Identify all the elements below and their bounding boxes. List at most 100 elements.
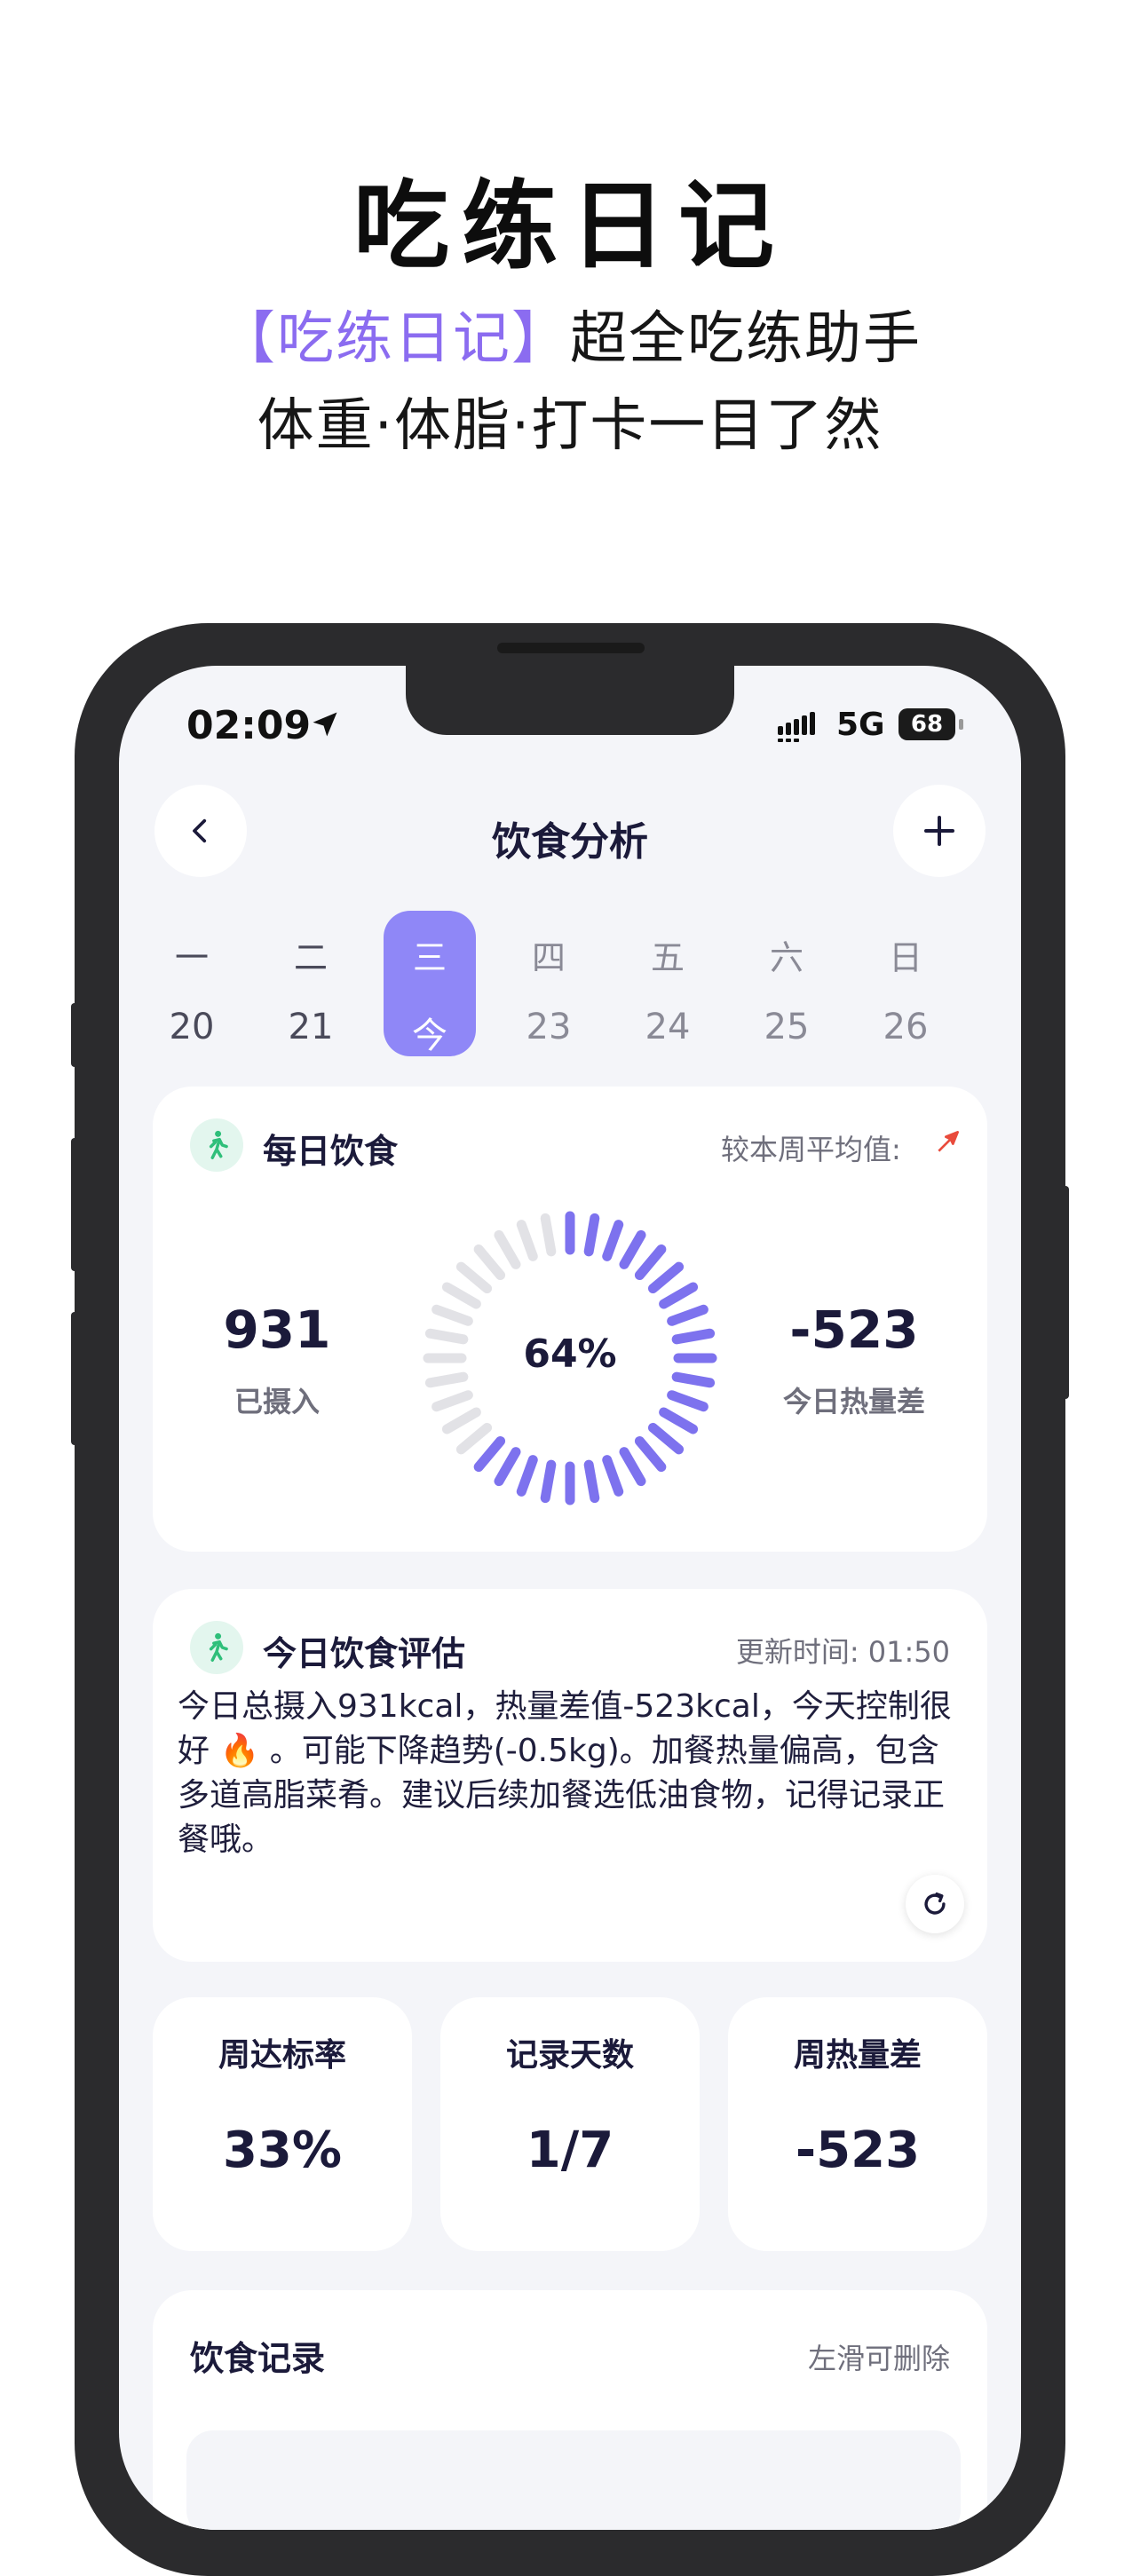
ring-segment: [494, 1447, 521, 1487]
compare-label: 较本周平均值:: [721, 1133, 901, 1166]
day-number: 21: [288, 1007, 334, 1047]
day-name: 四: [531, 938, 566, 977]
ring-segment: [619, 1229, 646, 1269]
promo-tagline-text: 超全吃练助手: [570, 306, 922, 372]
ring-percent: 64%: [523, 1331, 617, 1377]
promo-title: 吃练日记: [352, 171, 787, 282]
day-number: 20: [169, 1007, 215, 1047]
stat-label: 周达标率: [218, 2037, 346, 2074]
day-wed-today[interactable]: 三 今: [384, 911, 476, 1056]
signal-icon: [778, 712, 815, 742]
day-number: 23: [526, 1007, 572, 1047]
page-title: 饮食分析: [492, 819, 648, 865]
ring-segment: [516, 1455, 538, 1497]
ring-segment: [473, 1244, 506, 1281]
network-type: 5G: [836, 707, 885, 743]
card-title: 今日饮食评估: [263, 1634, 466, 1673]
ring-segment: [424, 1371, 469, 1388]
ring-segment: [455, 1261, 493, 1294]
ring-segment: [647, 1261, 685, 1294]
add-button[interactable]: [893, 785, 986, 877]
phone-power-button: [1060, 1186, 1069, 1399]
day-sat[interactable]: 六 25: [740, 911, 833, 1056]
promo-tagline: 【吃练日记】超全吃练助手: [0, 293, 1140, 375]
refresh-button[interactable]: [906, 1875, 964, 1933]
records-title: 饮食记录: [190, 2339, 326, 2378]
ring-segment: [634, 1244, 667, 1281]
location-arrow-icon: [313, 712, 337, 737]
promo-tagline-accent: 【吃练日记】: [218, 306, 570, 372]
day-name: 一: [174, 938, 209, 977]
day-name: 二: [293, 938, 328, 977]
evaluation-text: 今日总摄入931kcal，热量差值-523kcal，今天控制很好 🔥 。可能下降…: [178, 1688, 952, 1858]
walking-person-glyph: [209, 1130, 228, 1159]
day-name: 五: [650, 938, 685, 977]
day-name: 日: [888, 938, 922, 977]
walking-person-icon: [190, 1621, 243, 1674]
records-hint: 左滑可删除: [807, 2342, 950, 2375]
battery-tip: [959, 719, 963, 730]
ring-segment: [602, 1455, 624, 1497]
phone-volume-down: [71, 1312, 80, 1445]
day-thu[interactable]: 四 23: [503, 911, 595, 1056]
phone-side-button: [71, 1003, 80, 1067]
arrow-up-icon: [938, 1131, 959, 1152]
stat-value: 33%: [222, 2122, 343, 2179]
ring-segment: [671, 1328, 716, 1345]
stat-card-record-days: 记录天数 1/7: [440, 1997, 700, 2251]
ring-segment: [455, 1422, 493, 1455]
ring-segment: [540, 1459, 557, 1504]
ring-segment: [619, 1447, 646, 1487]
plus-icon: [924, 816, 954, 846]
ring-segment: [431, 1390, 473, 1412]
ring-segment: [431, 1304, 473, 1326]
promo-subtagline: 体重·体脂·打卡一目了然: [257, 393, 883, 459]
refresh-icon: [924, 1892, 946, 1915]
ring-segment: [424, 1328, 469, 1345]
stat-value: 1/7: [526, 2122, 614, 2179]
day-mon[interactable]: 一 20: [146, 911, 238, 1056]
ring-segment: [647, 1422, 685, 1455]
day-number: 24: [645, 1007, 691, 1047]
ring-segment: [659, 1282, 699, 1309]
card-title: 每日饮食: [263, 1132, 399, 1171]
day-fri[interactable]: 五 24: [621, 911, 714, 1056]
ring-segment: [473, 1435, 506, 1473]
ring-segment: [667, 1390, 709, 1412]
stat-card-weekly-deficit: 周热量差 -523: [728, 1997, 987, 2251]
battery-indicator: 68: [899, 708, 955, 740]
intake-value: 931: [223, 1300, 331, 1360]
ring-segment: [659, 1407, 699, 1434]
ring-segment: [634, 1435, 667, 1473]
ring-segment: [516, 1220, 538, 1261]
ring-segment: [441, 1407, 481, 1434]
intake-label: 已摄入: [234, 1385, 320, 1418]
day-number: 今: [412, 1015, 447, 1056]
stat-value: -523: [795, 2122, 921, 2179]
record-item[interactable]: [186, 2430, 961, 2530]
day-name: 六: [769, 938, 804, 977]
update-time: 更新时间: 01:50: [735, 1635, 950, 1669]
daily-diet-card: 每日饮食 较本周平均值: 931 已摄入 64% -523 今日热量差: [153, 1087, 987, 1552]
day-name: 三: [412, 938, 447, 977]
day-tue[interactable]: 二 21: [265, 911, 357, 1056]
diet-records-card: 饮食记录 左滑可删除: [153, 2290, 987, 2530]
day-number: 25: [764, 1007, 810, 1047]
walking-person-icon: [190, 1118, 243, 1172]
ring-segment: [441, 1282, 481, 1309]
walking-person-glyph: [209, 1632, 228, 1662]
ring-segment: [583, 1459, 600, 1504]
deficit-label: 今日热量差: [782, 1385, 925, 1418]
ring-segment: [667, 1304, 709, 1326]
day-number: 26: [883, 1007, 929, 1047]
phone-volume-up: [71, 1138, 80, 1271]
stat-label: 周热量差: [793, 2037, 922, 2074]
ring-segment: [602, 1220, 624, 1261]
earpiece-speaker: [497, 643, 645, 653]
deficit-value: -523: [789, 1300, 919, 1360]
ring-segment: [540, 1213, 557, 1257]
status-time: 02:09: [186, 703, 312, 748]
ring-segment: [671, 1371, 716, 1388]
ring-segment: [583, 1213, 600, 1257]
day-sun[interactable]: 日 26: [859, 911, 952, 1056]
